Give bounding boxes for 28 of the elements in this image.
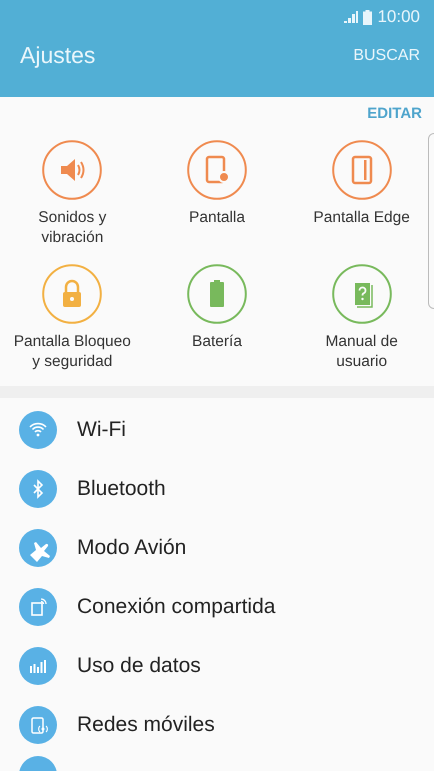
tile-label: Sonidos y vibración xyxy=(37,208,108,248)
settings-icon[interactable] xyxy=(19,470,57,508)
settings-item[interactable]: Redes móviles xyxy=(77,712,215,736)
battery-icon xyxy=(363,10,372,24)
settings-icon[interactable] xyxy=(19,706,57,744)
tile-label: Batería xyxy=(192,332,242,352)
tile-label: Pantalla Bloqueo y seguridad xyxy=(12,332,132,372)
settings-icon[interactable] xyxy=(332,140,392,200)
settings-item[interactable]: Wi-Fi xyxy=(77,418,126,442)
settings-icon[interactable] xyxy=(186,264,247,324)
clock-time: 10:00 xyxy=(377,7,420,27)
tile-label: Pantalla xyxy=(188,208,245,228)
signal-icon xyxy=(344,11,358,23)
tile-label: Manual de usuario xyxy=(324,332,399,372)
screen-title: Ajustes xyxy=(20,42,96,69)
settings-icon[interactable] xyxy=(186,140,247,200)
settings-icon[interactable] xyxy=(19,646,57,684)
settings-item[interactable]: Bluetooth xyxy=(77,476,166,500)
settings-icon[interactable] xyxy=(19,528,57,566)
settings-icon[interactable] xyxy=(19,588,57,626)
settings-item[interactable]: Modo Avión xyxy=(77,536,186,560)
settings-icon[interactable] xyxy=(19,410,57,448)
settings-item[interactable]: Conexión compartida xyxy=(77,594,276,618)
tile-label: Pantalla Edge xyxy=(313,208,410,228)
settings-icon[interactable] xyxy=(42,140,102,200)
settings-item[interactable]: Uso de datos xyxy=(77,654,201,678)
settings-icon[interactable] xyxy=(42,264,102,324)
settings-icon[interactable] xyxy=(332,264,392,324)
